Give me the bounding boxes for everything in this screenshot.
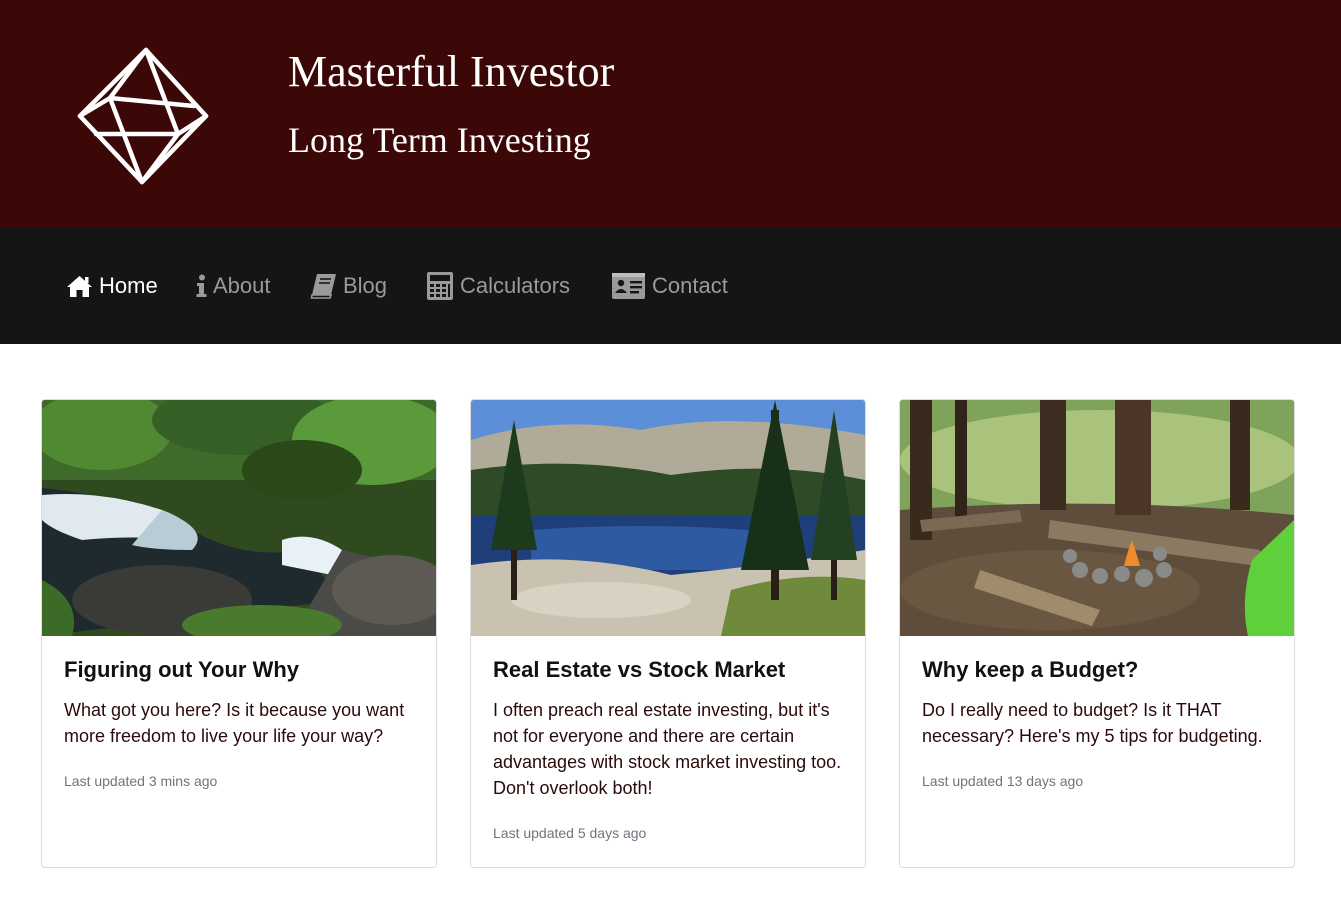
- nav-item-blog[interactable]: Blog: [310, 270, 387, 302]
- card-text: Do I really need to budget? Is it THAT n…: [922, 700, 1263, 746]
- octahedron-logo-icon[interactable]: [72, 44, 212, 188]
- card-text: What got you here? Is it because you wan…: [64, 700, 405, 746]
- nav-home-label: Home: [99, 273, 158, 298]
- nav-item-calculators[interactable]: Calculators: [426, 270, 570, 302]
- lake-photo[interactable]: [471, 400, 865, 636]
- waterfall-photo[interactable]: [42, 400, 436, 636]
- card-last-updated: Last updated 5 days ago: [493, 825, 647, 841]
- nav-item-about[interactable]: About: [196, 270, 271, 302]
- main-navbar: Home About Blog Calculators Contact: [0, 228, 1341, 344]
- nav-about-label: About: [213, 273, 271, 298]
- nav-item-contact[interactable]: Contact: [611, 270, 728, 302]
- nav-item-home[interactable]: Home: [66, 270, 158, 302]
- blog-card[interactable]: Why keep a Budget? Do I really need to b…: [899, 399, 1295, 868]
- blog-card[interactable]: Figuring out Your Why What got you here?…: [41, 399, 437, 868]
- card-last-updated: Last updated 3 mins ago: [64, 773, 218, 789]
- home-icon: [67, 276, 92, 297]
- site-header: Masterful Investor Long Term Investing: [0, 0, 1341, 228]
- calculator-icon: [427, 272, 453, 300]
- nav-contact-label: Contact: [652, 273, 728, 298]
- book-icon: [310, 274, 336, 299]
- card-text: I often preach real estate investing, bu…: [493, 700, 842, 798]
- card-title[interactable]: Why keep a Budget?: [922, 656, 1274, 684]
- blog-card[interactable]: Real Estate vs Stock Market I often prea…: [470, 399, 866, 868]
- site-title[interactable]: Masterful Investor: [288, 48, 614, 96]
- contact-card-icon: [612, 273, 645, 299]
- card-last-updated: Last updated 13 days ago: [922, 773, 1084, 789]
- nav-blog-label: Blog: [343, 273, 388, 298]
- campfire-photo[interactable]: [900, 400, 1294, 636]
- nav-calculators-label: Calculators: [460, 273, 571, 298]
- site-subtitle: Long Term Investing: [288, 120, 591, 160]
- card-title[interactable]: Real Estate vs Stock Market: [493, 656, 845, 684]
- info-icon: [196, 274, 207, 297]
- card-title[interactable]: Figuring out Your Why: [64, 656, 416, 684]
